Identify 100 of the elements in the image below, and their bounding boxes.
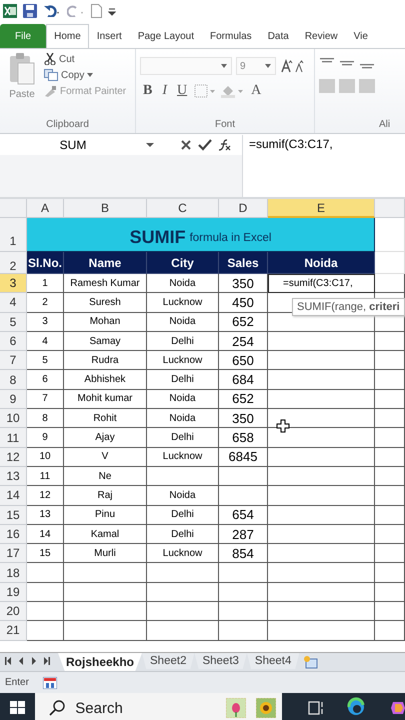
first-sheet-icon[interactable] bbox=[5, 657, 11, 665]
tulip-stamp-icon[interactable] bbox=[226, 698, 246, 718]
table-cell: 854 bbox=[219, 544, 268, 564]
table-cell bbox=[375, 466, 405, 486]
sheet-tab[interactable]: Rojsheekho bbox=[58, 653, 142, 671]
row-header[interactable]: 6 bbox=[0, 332, 27, 352]
table-cell: Lucknow bbox=[147, 544, 219, 564]
new-document-icon[interactable] bbox=[91, 4, 102, 18]
table-cell bbox=[375, 621, 405, 641]
row-header[interactable]: 17 bbox=[0, 544, 27, 564]
table-cell: 450 bbox=[219, 293, 268, 313]
ribbon-tab[interactable]: Review bbox=[296, 24, 346, 48]
table-cell: 654 bbox=[219, 506, 268, 525]
search-icon bbox=[49, 700, 66, 716]
paintbrush-icon[interactable] bbox=[44, 85, 57, 97]
table-cell bbox=[27, 563, 64, 583]
cell-editor[interactable]: =sumif(C3:C17, bbox=[268, 274, 375, 294]
row-header[interactable]: 2 bbox=[0, 252, 27, 274]
sheet-subtitle: formula in Excel bbox=[190, 232, 272, 244]
row-header[interactable]: 1 bbox=[0, 218, 27, 252]
table-cell: Noida bbox=[147, 312, 219, 332]
file-tab[interactable]: File bbox=[0, 24, 46, 48]
table-cell: Noida bbox=[147, 486, 219, 506]
row-header[interactable]: 16 bbox=[0, 524, 27, 544]
excel-logo-icon[interactable] bbox=[3, 4, 17, 18]
row-header[interactable]: 13 bbox=[0, 466, 27, 486]
copilot-icon[interactable] bbox=[390, 700, 405, 716]
row-header[interactable]: 5 bbox=[0, 312, 27, 332]
cut-button[interactable]: Cut bbox=[59, 54, 75, 64]
caret-icon[interactable] bbox=[221, 64, 227, 68]
table-cell: 13 bbox=[27, 506, 64, 525]
sheet-tab[interactable]: Sheet2 bbox=[142, 653, 194, 669]
undo-icon[interactable] bbox=[43, 5, 61, 17]
status-mode: Enter bbox=[5, 677, 29, 688]
cancel-icon[interactable] bbox=[180, 139, 192, 151]
copy-button[interactable]: Copy bbox=[61, 70, 84, 80]
scissors-icon[interactable] bbox=[44, 53, 56, 65]
table-cell: 1 bbox=[27, 274, 64, 294]
row-header[interactable]: 15 bbox=[0, 506, 27, 525]
table-cell: Rudra bbox=[64, 351, 147, 370]
table-cell bbox=[27, 602, 64, 622]
ribbon-tab[interactable]: Insert bbox=[88, 24, 130, 48]
sheet-tab[interactable]: Sheet3 bbox=[194, 653, 247, 669]
table-cell bbox=[375, 218, 405, 252]
table-cell: 14 bbox=[27, 524, 64, 544]
fill-color-icon[interactable] bbox=[220, 84, 244, 98]
ribbon-tab[interactable]: Vie bbox=[346, 24, 376, 48]
row-header[interactable]: 19 bbox=[0, 582, 27, 602]
underline-button[interactable]: U bbox=[174, 83, 190, 99]
insert-function-icon[interactable] bbox=[218, 139, 232, 151]
row-header[interactable]: 3 bbox=[0, 274, 27, 294]
table-cell: Mohit kumar bbox=[64, 390, 147, 410]
cursor-icon bbox=[276, 419, 290, 433]
macro-recording-icon[interactable] bbox=[42, 676, 57, 688]
check-icon[interactable] bbox=[198, 139, 212, 151]
table-cell bbox=[375, 506, 405, 525]
row-header[interactable]: 8 bbox=[0, 370, 27, 390]
table-cell: 12 bbox=[27, 486, 64, 506]
next-sheet-icon[interactable] bbox=[31, 657, 37, 665]
column-header[interactable]: E bbox=[268, 199, 375, 218]
row-header[interactable]: 20 bbox=[0, 602, 27, 622]
row-header[interactable]: 10 bbox=[0, 409, 27, 428]
column-header[interactable]: A bbox=[27, 199, 64, 218]
ribbon-tab[interactable]: Page Layout bbox=[130, 24, 202, 48]
previous-sheet-icon[interactable] bbox=[18, 657, 24, 665]
table-cell bbox=[375, 524, 405, 544]
ribbon-tab[interactable]: Data bbox=[260, 24, 297, 48]
taskbar-search-field[interactable]: Search bbox=[35, 693, 282, 720]
row-header[interactable]: 12 bbox=[0, 448, 27, 467]
table-cell: 2 bbox=[27, 293, 64, 313]
sunflower-stamp-icon[interactable] bbox=[256, 698, 276, 718]
font-color-button[interactable]: A bbox=[248, 83, 264, 99]
table-cell bbox=[375, 448, 405, 467]
ribbon-tab[interactable]: Home bbox=[46, 24, 89, 48]
ribbon-tab[interactable]: Formulas bbox=[202, 24, 260, 48]
sheet-tab[interactable]: Sheet4 bbox=[246, 653, 300, 669]
caret-icon[interactable] bbox=[265, 64, 271, 68]
table-cell bbox=[27, 582, 64, 602]
row-header[interactable]: 14 bbox=[0, 486, 27, 506]
column-header[interactable]: B bbox=[64, 199, 147, 218]
table-cell: Samay bbox=[64, 332, 147, 352]
last-sheet-icon[interactable] bbox=[44, 657, 50, 665]
row-header[interactable]: 4 bbox=[0, 293, 27, 313]
row-header[interactable]: 18 bbox=[0, 563, 27, 583]
row-header[interactable]: 7 bbox=[0, 351, 27, 370]
table-cell bbox=[147, 602, 219, 622]
caret-icon[interactable] bbox=[87, 73, 94, 77]
new-sheet-icon[interactable] bbox=[303, 655, 320, 669]
column-header[interactable]: C bbox=[147, 199, 219, 218]
task-view-icon[interactable] bbox=[308, 700, 323, 716]
italic-button[interactable]: I bbox=[159, 83, 170, 99]
row-header[interactable]: 11 bbox=[0, 428, 27, 448]
table-cell: Raj bbox=[64, 486, 147, 506]
formula-field[interactable]: =sumif(C3:C17, bbox=[243, 135, 339, 197]
column-header[interactable]: D bbox=[219, 199, 268, 218]
bold-button[interactable]: B bbox=[140, 83, 156, 99]
row-header[interactable]: 21 bbox=[0, 621, 27, 641]
table-cell: 5 bbox=[27, 351, 64, 370]
row-header[interactable]: 9 bbox=[0, 390, 27, 410]
save-icon[interactable] bbox=[23, 4, 37, 18]
